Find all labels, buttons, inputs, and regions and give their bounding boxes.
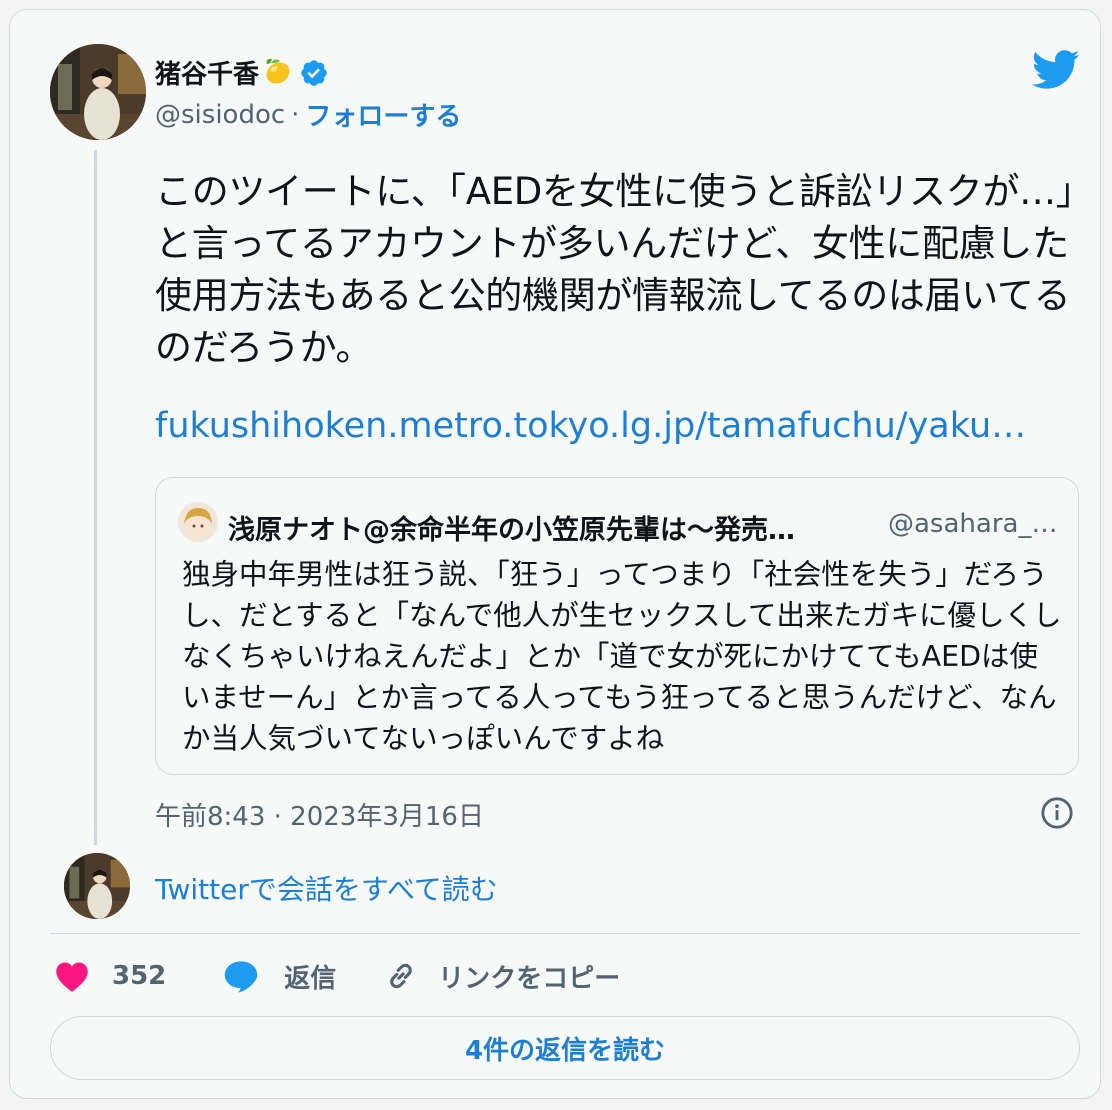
author-avatar[interactable] xyxy=(50,44,146,140)
read-replies-button[interactable]: 4件の返信を読む xyxy=(50,1016,1080,1080)
like-count: 352 xyxy=(112,961,167,991)
quoted-author-name[interactable]: 浅原ナオト@余命半年の小笠原先輩は～発売… xyxy=(228,508,795,547)
copy-link-label: リンクをコピー xyxy=(438,963,621,994)
reply-bubble-icon xyxy=(222,959,260,993)
tweet-timestamp[interactable]: 午前8:43 · 2023年3月16日 xyxy=(155,796,484,833)
verified-badge-icon xyxy=(299,58,329,88)
author-display-name[interactable]: 猪谷千香 xyxy=(155,54,259,91)
heart-icon xyxy=(54,959,90,993)
action-bar: 352 返信 リンクをコピー xyxy=(54,956,620,996)
quoted-tweet[interactable]: 浅原ナオト@余命半年の小笠原先輩は～発売… @asahara_… 独身中年男性は… xyxy=(155,477,1079,775)
quoted-author-avatar[interactable] xyxy=(178,502,218,542)
lemon-emoji-icon xyxy=(261,55,293,91)
read-conversation-link[interactable]: Twitterで会話をすべて読む xyxy=(155,868,498,908)
link-chain-icon xyxy=(384,959,418,993)
separator-dot: · xyxy=(291,99,300,130)
divider xyxy=(50,933,1080,934)
author-handle-row: @sisiodoc · フォローする xyxy=(155,96,461,133)
reply-button[interactable]: 返信 xyxy=(222,958,336,995)
tweet-url-link[interactable]: fukushihoken.metro.tokyo.lg.jp/tamafuchu… xyxy=(155,406,1026,446)
thread-line xyxy=(94,150,97,845)
conversation-avatar[interactable] xyxy=(64,853,130,919)
quoted-author-handle[interactable]: @asahara_… xyxy=(888,509,1057,539)
author-name-row: 猪谷千香 xyxy=(155,54,329,91)
twitter-bird-icon[interactable] xyxy=(1031,50,1080,90)
follow-link[interactable]: フォローする xyxy=(305,96,461,133)
quoted-tweet-text: 独身中年男性は狂う説、「狂う」ってつまり「社会性を失う」だろうし、だとすると「な… xyxy=(182,558,1062,755)
reply-label: 返信 xyxy=(284,963,337,994)
tweet-text: このツイートに、「AEDを女性に使うと訴訟リスクが…」と言ってるアカウントが多い… xyxy=(155,170,1074,369)
info-icon[interactable] xyxy=(1040,796,1074,830)
like-button[interactable]: 352 xyxy=(54,959,166,993)
author-handle[interactable]: @sisiodoc xyxy=(155,100,285,130)
embedded-tweet-card: 猪谷千香 @sisiodoc · フォローする このツイートに、「AEDを女性に… xyxy=(9,9,1101,1099)
copy-link-button[interactable]: リンクをコピー xyxy=(384,958,620,995)
